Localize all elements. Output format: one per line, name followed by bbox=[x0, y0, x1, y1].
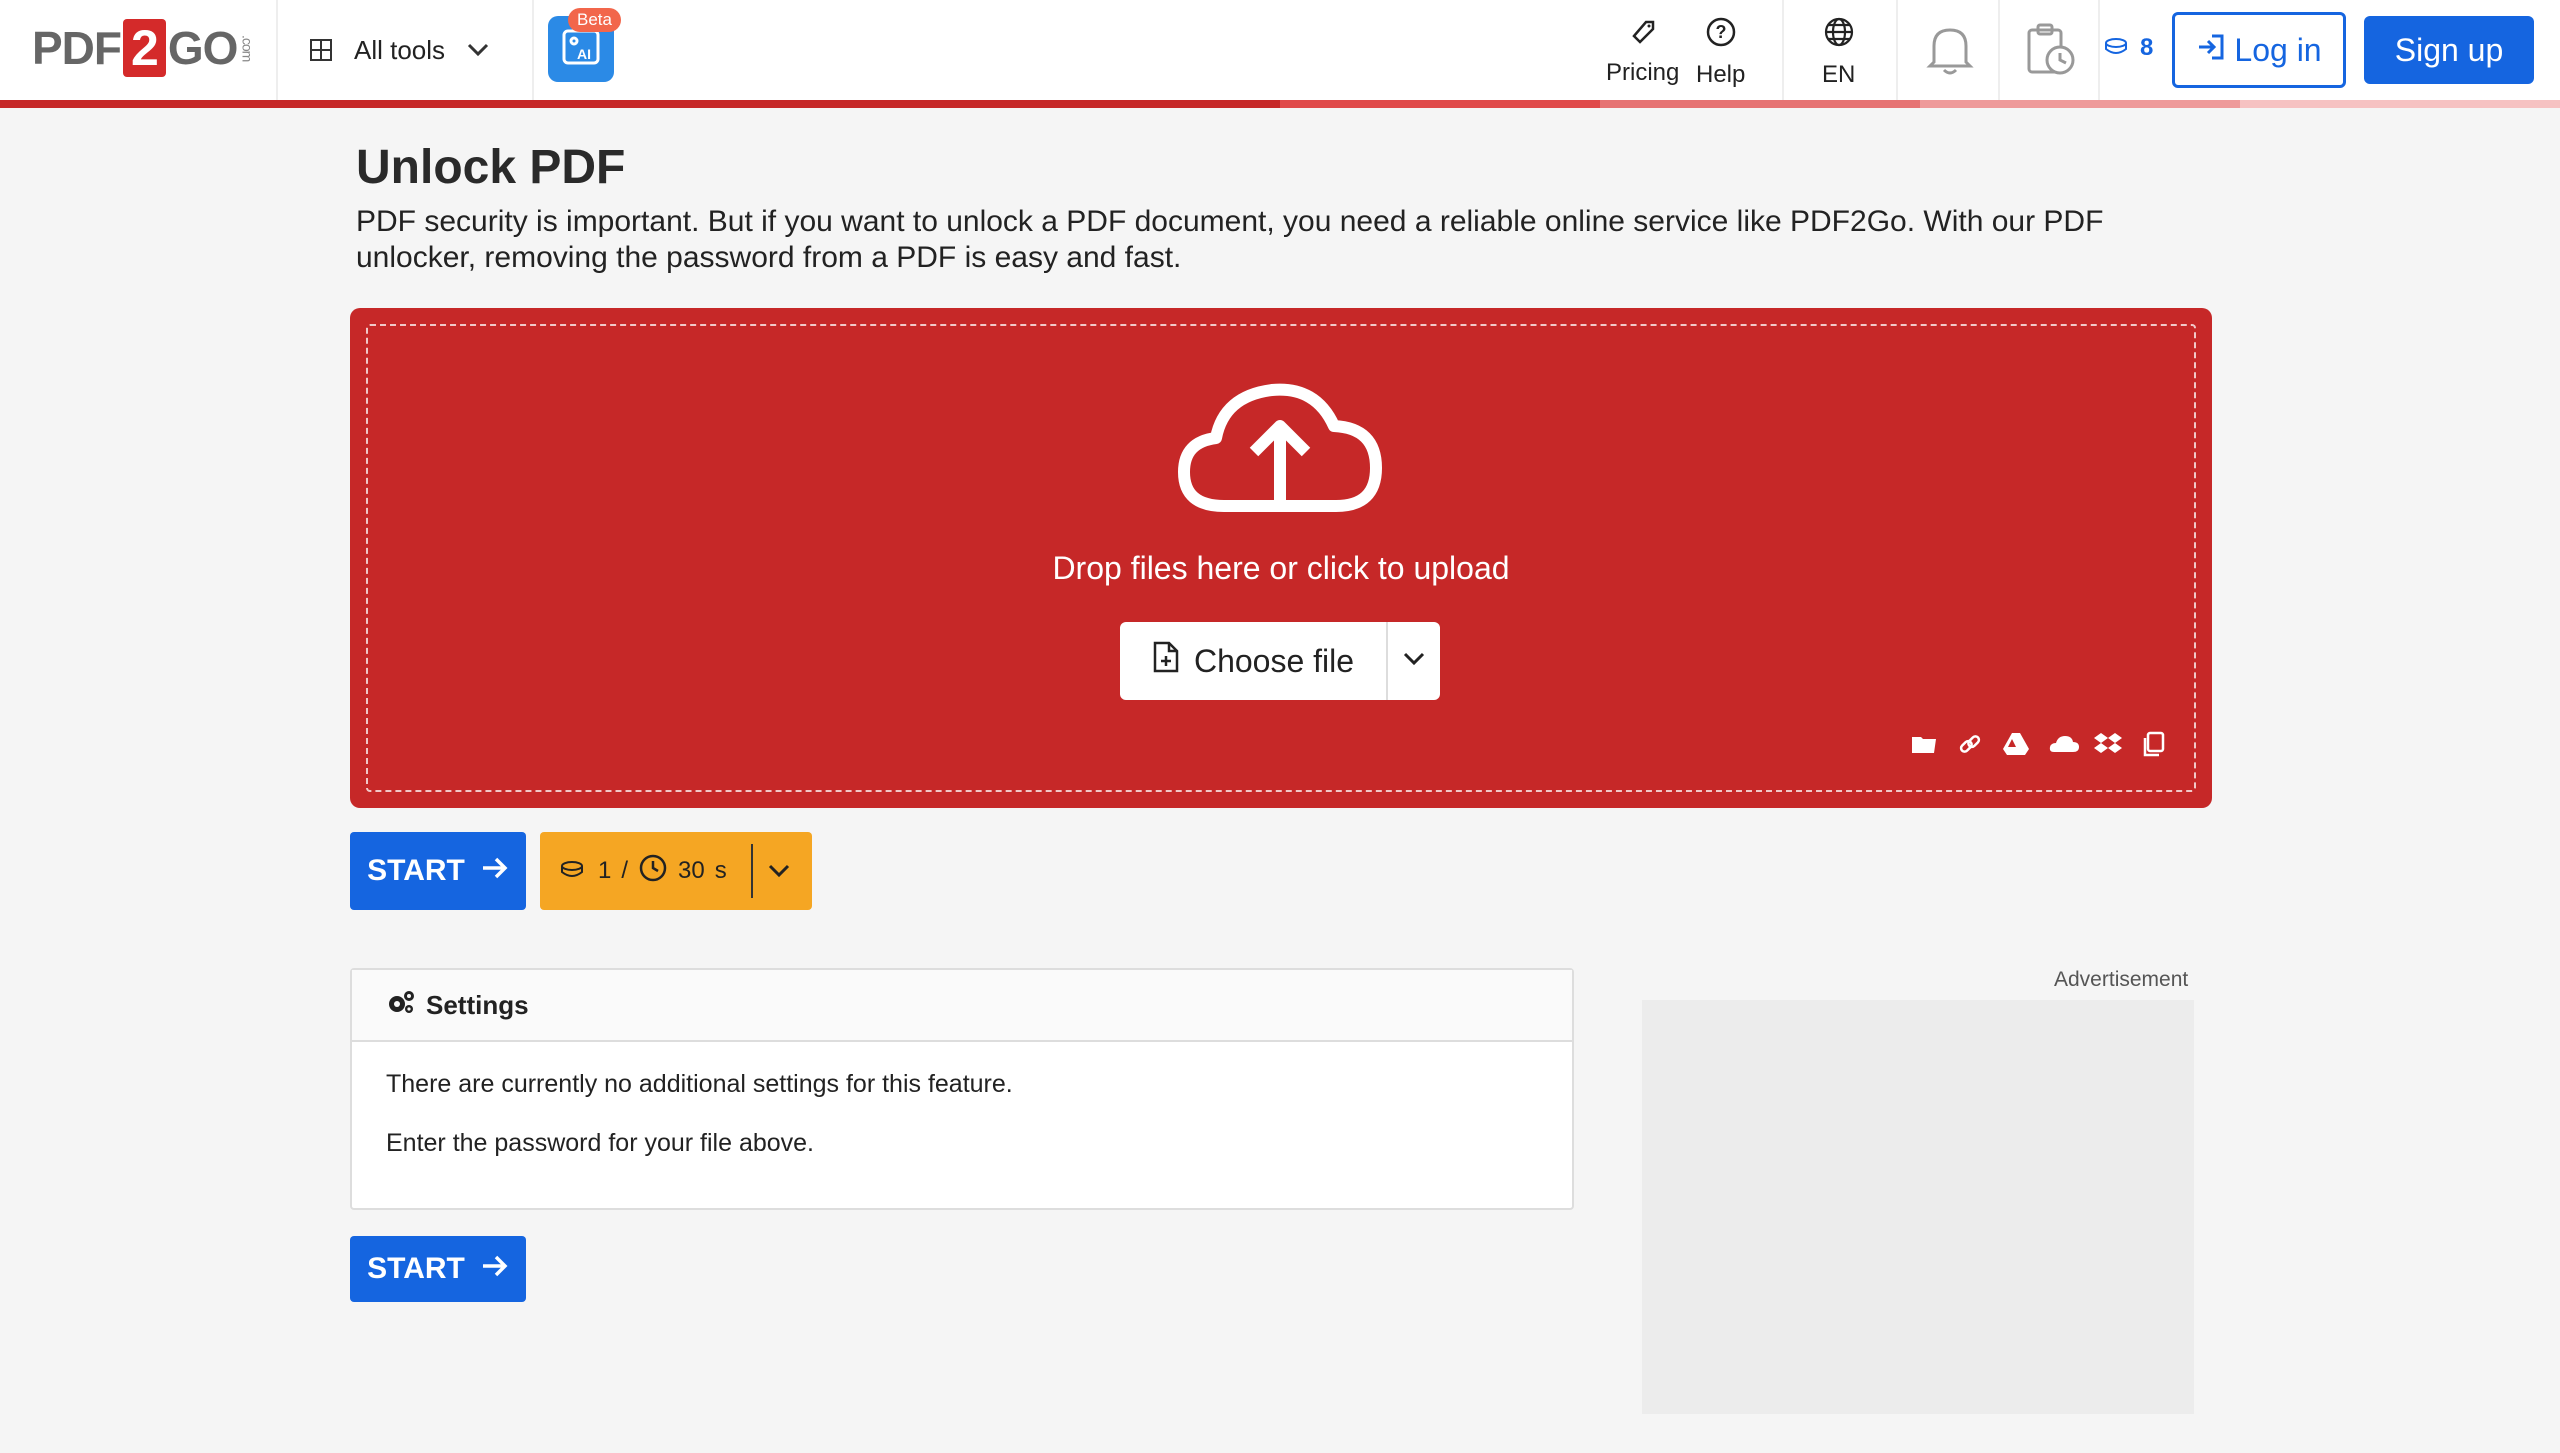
page-title: Unlock PDF bbox=[356, 141, 626, 194]
coin-icon bbox=[560, 857, 584, 885]
clipboard-clock-icon bbox=[2024, 23, 2078, 82]
cost-time-unit: s bbox=[714, 857, 727, 884]
start-label: START bbox=[367, 854, 465, 887]
bell-icon bbox=[1924, 28, 1976, 82]
history-button[interactable] bbox=[2024, 22, 2078, 83]
settings-title: Settings bbox=[426, 989, 529, 1020]
ai-image-icon: AI bbox=[561, 28, 601, 71]
help-label: Help bbox=[1696, 61, 1746, 88]
arrow-right-icon bbox=[481, 854, 509, 888]
start-label: START bbox=[367, 1252, 465, 1285]
advertisement-slot[interactable] bbox=[1642, 1000, 2194, 1414]
clock-icon bbox=[638, 853, 668, 890]
choose-file-label: Choose file bbox=[1193, 642, 1355, 679]
settings-info-text: There are currently no additional settin… bbox=[386, 1070, 1013, 1098]
divider bbox=[532, 0, 534, 100]
pdf2go-logo[interactable]: PDF 2 GO .com bbox=[32, 16, 255, 80]
clipboard-icon[interactable] bbox=[2140, 730, 2168, 758]
language-label: EN bbox=[1822, 61, 1856, 88]
cost-dropdown[interactable] bbox=[753, 832, 805, 910]
pricing-link[interactable]: Pricing bbox=[1606, 16, 1679, 87]
divider bbox=[2098, 0, 2100, 100]
coin-icon bbox=[2104, 34, 2128, 62]
choose-file-group: Choose file bbox=[1120, 622, 1440, 700]
chevron-down-icon bbox=[1403, 652, 1425, 671]
advertisement-label: Advertisement bbox=[2054, 968, 2189, 991]
login-button[interactable]: Log in bbox=[2172, 12, 2346, 88]
cloud-upload-icon bbox=[1176, 378, 1384, 523]
chevron-down-icon bbox=[768, 857, 790, 885]
divider bbox=[1998, 0, 2000, 100]
globe-icon bbox=[1823, 16, 1855, 55]
choose-file-button[interactable]: Choose file bbox=[1120, 622, 1388, 700]
folder-icon[interactable] bbox=[1910, 730, 1938, 758]
beta-badge: Beta bbox=[568, 8, 621, 32]
logo-text-mid: 2 bbox=[123, 19, 166, 77]
link-icon[interactable] bbox=[1956, 730, 1984, 758]
divider bbox=[1896, 0, 1898, 100]
help-link[interactable]: ? Help bbox=[1696, 16, 1745, 89]
upload-source-icons bbox=[1910, 730, 2168, 758]
cost-time: 30 bbox=[678, 857, 705, 884]
dropbox-icon[interactable] bbox=[2094, 730, 2122, 758]
settings-body: There are currently no additional settin… bbox=[352, 1042, 1572, 1216]
onedrive-icon[interactable] bbox=[2048, 730, 2079, 758]
divider bbox=[276, 0, 278, 100]
chevron-down-icon bbox=[467, 43, 489, 57]
sign-in-icon bbox=[2196, 32, 2226, 69]
svg-text:AI: AI bbox=[577, 46, 591, 62]
settings-password-hint: Enter the password for your file above. bbox=[386, 1129, 815, 1157]
logo-text-left: PDF bbox=[32, 22, 122, 74]
start-button-bottom[interactable]: START bbox=[350, 1236, 526, 1302]
arrow-right-icon bbox=[481, 1252, 509, 1286]
credits-count: 8 bbox=[2140, 34, 2154, 61]
conversion-cost-indicator: 1 / 30 s bbox=[540, 832, 812, 910]
logo-suffix: .com bbox=[239, 34, 256, 62]
cost-credits: 1 bbox=[598, 857, 612, 884]
question-icon: ? bbox=[1705, 16, 1737, 55]
all-tools-label: All tools bbox=[354, 34, 446, 65]
top-navigation-bar: PDF 2 GO .com All tools AI Beta Pricing … bbox=[0, 0, 2560, 100]
choose-file-dropdown[interactable] bbox=[1388, 622, 1440, 700]
settings-header[interactable]: Settings bbox=[352, 970, 1572, 1042]
pricing-label: Pricing bbox=[1606, 59, 1680, 86]
start-button[interactable]: START bbox=[350, 832, 526, 910]
page-description: PDF security is important. But if you wa… bbox=[356, 205, 2104, 274]
svg-text:?: ? bbox=[1715, 22, 1726, 42]
brand-color-bar bbox=[0, 100, 2560, 108]
settings-panel: Settings There are currently no addition… bbox=[350, 968, 1574, 1210]
all-tools-menu[interactable]: All tools bbox=[310, 28, 489, 72]
logo-text-right: GO bbox=[167, 22, 239, 74]
grid-icon bbox=[310, 39, 332, 61]
google-drive-icon[interactable] bbox=[2002, 730, 2030, 758]
login-label: Log in bbox=[2234, 31, 2322, 68]
divider bbox=[1782, 0, 1784, 100]
signup-label: Sign up bbox=[2394, 31, 2504, 68]
gears-icon bbox=[386, 989, 416, 1022]
signup-button[interactable]: Sign up bbox=[2364, 16, 2534, 84]
tag-icon bbox=[1628, 16, 1658, 53]
notifications-button[interactable] bbox=[1924, 22, 1976, 83]
upload-prompt: Drop files here or click to upload bbox=[1052, 550, 1510, 586]
credits-indicator[interactable]: 8 bbox=[2104, 34, 2153, 62]
file-plus-icon bbox=[1152, 640, 1180, 682]
language-selector[interactable]: EN bbox=[1822, 16, 1855, 89]
cost-divider: / bbox=[621, 857, 629, 884]
